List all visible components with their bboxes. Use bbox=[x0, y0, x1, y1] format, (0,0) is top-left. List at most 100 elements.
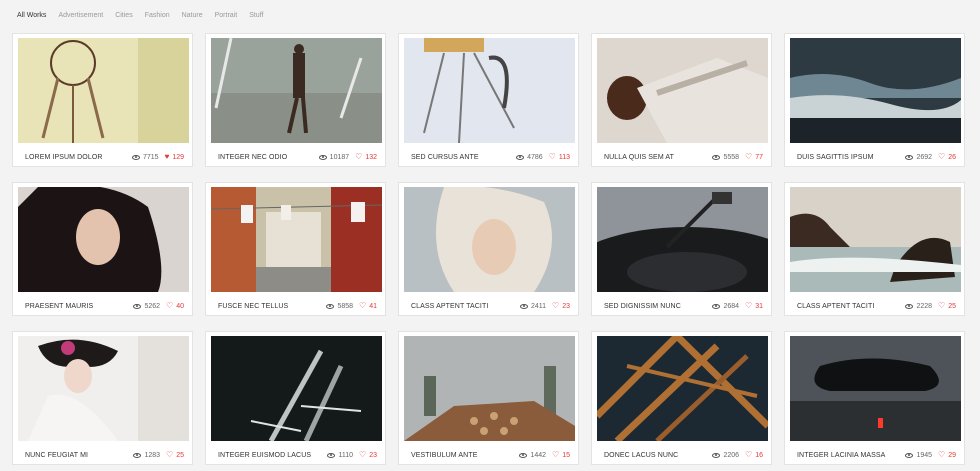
portfolio-card[interactable]: DUIS SAGITTIS IPSUM 2692 ♡ 26 bbox=[784, 33, 965, 167]
like-button[interactable]: ♡ 25 bbox=[938, 302, 956, 310]
fashion-headdress-image bbox=[18, 336, 189, 441]
heart-icon: ♥ bbox=[164, 152, 170, 161]
portfolio-thumbnail[interactable] bbox=[211, 38, 382, 143]
portfolio-thumbnail[interactable] bbox=[790, 187, 961, 292]
card-title[interactable]: INTEGER EUISMOD LACUS bbox=[218, 452, 327, 459]
heart-icon: ♡ bbox=[938, 450, 946, 459]
like-button[interactable]: ♡ 132 bbox=[355, 153, 377, 161]
like-count-value: 132 bbox=[365, 153, 377, 161]
eye-icon bbox=[519, 303, 528, 309]
like-count-value: 16 bbox=[755, 451, 763, 459]
portfolio-thumbnail[interactable] bbox=[404, 38, 575, 143]
like-button[interactable]: ♡ 23 bbox=[359, 451, 377, 459]
portfolio-card[interactable]: INTEGER NEC ODIO 10187 ♡ 132 bbox=[205, 33, 386, 167]
portfolio-card[interactable]: SED CURSUS ANTE 4786 ♡ 113 bbox=[398, 33, 579, 167]
view-count-value: 7715 bbox=[142, 153, 159, 161]
like-button[interactable]: ♡ 40 bbox=[166, 302, 184, 310]
filter-cities[interactable]: Cities bbox=[115, 12, 133, 19]
card-title[interactable]: FUSCE NEC TELLUS bbox=[218, 303, 326, 310]
heart-icon: ♡ bbox=[359, 450, 367, 459]
card-title[interactable]: NULLA QUIS SEM AT bbox=[604, 154, 712, 161]
camera-tripod-image bbox=[404, 38, 575, 143]
view-count-value: 2228 bbox=[916, 302, 933, 310]
portfolio-card[interactable]: INTEGER LACINIA MASSA 1945 ♡ 29 bbox=[784, 331, 965, 465]
filter-portrait[interactable]: Portrait bbox=[215, 12, 238, 19]
like-button[interactable]: ♡ 77 bbox=[745, 153, 763, 161]
filter-fashion[interactable]: Fashion bbox=[145, 12, 170, 19]
portfolio-thumbnail[interactable] bbox=[597, 336, 768, 441]
view-count: 2684 bbox=[712, 303, 739, 310]
like-count-value: 25 bbox=[176, 451, 184, 459]
card-title[interactable]: VESTIBULUM ANTE bbox=[411, 452, 519, 459]
card-title[interactable]: DUIS SAGITTIS IPSUM bbox=[797, 154, 905, 161]
like-button[interactable]: ♡ 15 bbox=[552, 451, 570, 459]
portfolio-card[interactable]: NUNC FEUGIAT MI 1283 ♡ 25 bbox=[12, 331, 193, 465]
card-title[interactable]: DONEC LACUS NUNC bbox=[604, 452, 712, 459]
portfolio-thumbnail[interactable] bbox=[404, 187, 575, 292]
portfolio-thumbnail[interactable] bbox=[211, 187, 382, 292]
card-title[interactable]: SED CURSUS ANTE bbox=[411, 154, 516, 161]
like-button[interactable]: ♥ 129 bbox=[165, 153, 184, 161]
portfolio-card[interactable]: LOREM IPSUM DOLOR 7715 ♥ 129 bbox=[12, 33, 193, 167]
like-button[interactable]: ♡ 29 bbox=[938, 451, 956, 459]
filter-advertisement[interactable]: Advertisement bbox=[58, 12, 103, 19]
portfolio-thumbnail[interactable] bbox=[211, 336, 382, 441]
eye-icon bbox=[327, 452, 336, 458]
like-count-value: 25 bbox=[948, 302, 956, 310]
card-title[interactable]: INTEGER LACINIA MASSA bbox=[797, 452, 905, 459]
portfolio-card[interactable]: PRAESENT MAURIS 5262 ♡ 40 bbox=[12, 182, 193, 316]
card-title[interactable]: PRAESENT MAURIS bbox=[25, 303, 133, 310]
filter-stuff[interactable]: Stuff bbox=[249, 12, 263, 19]
view-count: 10187 bbox=[318, 154, 349, 161]
heart-icon: ♡ bbox=[359, 301, 367, 310]
portfolio-card[interactable]: DONEC LACUS NUNC 2206 ♡ 16 bbox=[591, 331, 772, 465]
card-title[interactable]: SED DIGNISSIM NUNC bbox=[604, 303, 712, 310]
like-button[interactable]: ♡ 26 bbox=[938, 153, 956, 161]
portfolio-thumbnail[interactable] bbox=[18, 38, 189, 143]
portfolio-thumbnail[interactable] bbox=[790, 336, 961, 441]
like-button[interactable]: ♡ 113 bbox=[549, 153, 570, 161]
heart-icon: ♡ bbox=[745, 301, 753, 310]
card-title[interactable]: INTEGER NEC ODIO bbox=[218, 154, 319, 161]
view-count: 5858 bbox=[326, 303, 353, 310]
portfolio-card[interactable]: SED DIGNISSIM NUNC 2684 ♡ 31 bbox=[591, 182, 772, 316]
like-button[interactable]: ♡ 31 bbox=[745, 302, 763, 310]
portfolio-thumbnail[interactable] bbox=[597, 38, 768, 143]
portfolio-thumbnail[interactable] bbox=[404, 336, 575, 441]
card-title[interactable]: CLASS APTENT TACITI bbox=[411, 303, 520, 310]
view-count: 2228 bbox=[905, 303, 932, 310]
ocean-waves-image bbox=[790, 38, 961, 143]
card-caption: INTEGER LACINIA MASSA 1945 ♡ 29 bbox=[797, 450, 956, 460]
like-button[interactable]: ♡ 25 bbox=[166, 451, 184, 459]
like-count-value: 15 bbox=[562, 451, 570, 459]
view-count-value: 4786 bbox=[527, 153, 543, 161]
filter-all-works[interactable]: All Works bbox=[17, 12, 46, 19]
portfolio-card[interactable]: NULLA QUIS SEM AT 5558 ♡ 77 bbox=[591, 33, 772, 167]
portfolio-thumbnail[interactable] bbox=[597, 187, 768, 292]
portfolio-card[interactable]: INTEGER EUISMOD LACUS 1110 ♡ 23 bbox=[205, 331, 386, 465]
like-button[interactable]: ♡ 16 bbox=[745, 451, 763, 459]
filter-nature[interactable]: Nature bbox=[182, 12, 203, 19]
card-title[interactable]: CLASS APTENT TACITI bbox=[797, 303, 905, 310]
portfolio-card[interactable]: CLASS APTENT TACITI 2228 ♡ 25 bbox=[784, 182, 965, 316]
view-count-value: 5262 bbox=[144, 302, 161, 310]
portfolio-thumbnail[interactable] bbox=[18, 187, 189, 292]
portfolio-card[interactable]: FUSCE NEC TELLUS 5858 ♡ 41 bbox=[205, 182, 386, 316]
eye-icon bbox=[712, 303, 721, 309]
like-button[interactable]: ♡ 23 bbox=[552, 302, 570, 310]
card-title[interactable]: LOREM IPSUM DOLOR bbox=[25, 154, 132, 161]
view-count: 5262 bbox=[133, 303, 160, 310]
woman-dark-hair-image bbox=[18, 187, 189, 292]
card-title[interactable]: NUNC FEUGIAT MI bbox=[25, 452, 133, 459]
view-count: 2411 bbox=[519, 303, 546, 310]
like-count-value: 26 bbox=[948, 153, 956, 161]
portfolio-thumbnail[interactable] bbox=[18, 336, 189, 441]
like-button[interactable]: ♡ 41 bbox=[359, 302, 377, 310]
sea-rocks-image bbox=[790, 187, 961, 292]
view-count-value: 2684 bbox=[723, 302, 740, 310]
view-count-value: 1442 bbox=[530, 451, 547, 459]
portfolio-card[interactable]: VESTIBULUM ANTE 1442 ♡ 15 bbox=[398, 331, 579, 465]
portfolio-card[interactable]: CLASS APTENT TACITI 2411 ♡ 23 bbox=[398, 182, 579, 316]
blonde-hair-image bbox=[404, 187, 575, 292]
portfolio-thumbnail[interactable] bbox=[790, 38, 961, 143]
